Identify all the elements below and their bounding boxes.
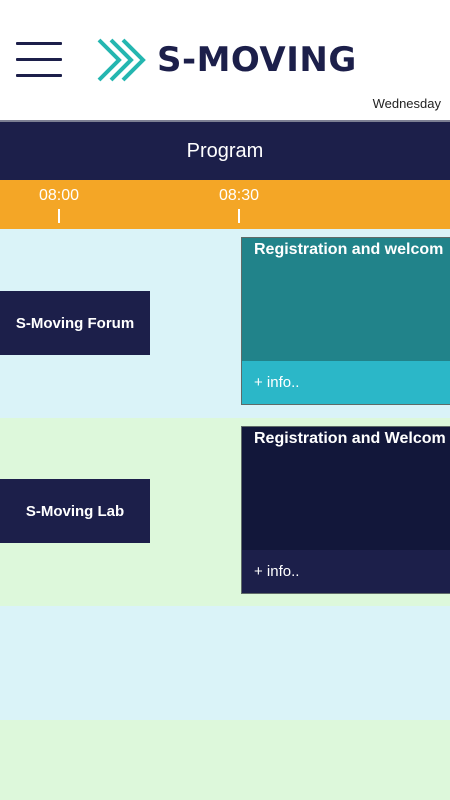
timeline-bar: 08:00 08:30: [0, 180, 450, 229]
event-card[interactable]: Registration and Welcom + info..: [241, 426, 450, 594]
time-tick: 08:00: [29, 187, 89, 223]
time-tick-label: 08:00: [38, 187, 80, 204]
room-label-forum[interactable]: S-Moving Forum: [0, 291, 150, 355]
app-header: S-MOVING Wednesday: [0, 0, 450, 120]
chevrons-logo-icon: [97, 38, 146, 82]
menu-icon[interactable]: [16, 42, 62, 78]
schedule-row: S-Moving Forum Registration and welcom +…: [0, 229, 450, 418]
schedule-row-empty: [0, 720, 450, 800]
event-title: Registration and welcom: [254, 241, 444, 258]
time-tick: 08:30: [209, 187, 269, 223]
schedule-row-empty: [0, 606, 450, 720]
event-info-link[interactable]: + info..: [242, 361, 450, 404]
time-tick-label: 08:30: [218, 187, 260, 204]
time-tick-mark: [58, 209, 60, 223]
event-title: Registration and Welcom: [254, 430, 446, 447]
event-info-link[interactable]: + info..: [242, 550, 450, 593]
schedule-row: S-Moving Lab Registration and Welcom + i…: [0, 418, 450, 606]
program-title: Program: [186, 139, 264, 162]
day-label: Wednesday: [372, 96, 441, 111]
app-logo: S-MOVING: [97, 38, 357, 82]
program-title-bar: Program: [0, 122, 450, 180]
event-card[interactable]: Registration and welcom + info..: [241, 237, 450, 405]
time-tick-mark: [238, 209, 240, 223]
room-label-lab[interactable]: S-Moving Lab: [0, 479, 150, 543]
app-logo-text: S-MOVING: [157, 40, 357, 80]
